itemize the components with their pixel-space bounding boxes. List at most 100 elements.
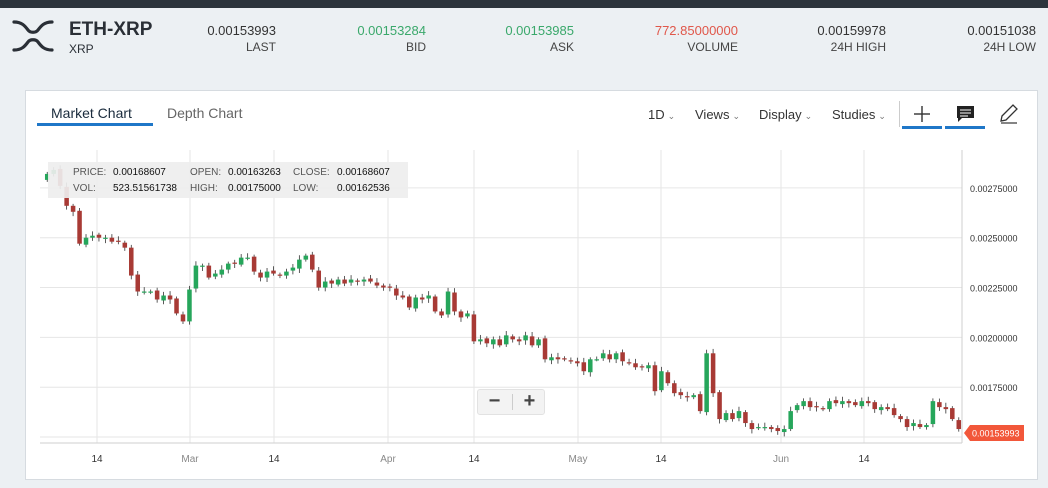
candle <box>859 397 865 409</box>
candle-body <box>562 358 567 360</box>
candle <box>310 251 315 273</box>
candle <box>368 274 373 284</box>
candle-body <box>452 292 457 312</box>
candle <box>665 370 671 386</box>
stat-ask-value: 0.00153985 <box>505 23 574 38</box>
candle <box>135 270 141 296</box>
candle <box>749 420 755 434</box>
stat-bid-value: 0.00153284 <box>357 23 426 38</box>
candle-body <box>310 254 315 270</box>
active-tab-underline <box>37 123 153 126</box>
draw-button[interactable] <box>988 101 1028 129</box>
candle <box>264 267 270 282</box>
candle <box>581 357 587 376</box>
candle-body <box>193 265 199 289</box>
candle-body <box>853 402 858 406</box>
candle-body <box>406 296 412 308</box>
y-tick-label: 0.00250000 <box>970 234 1018 244</box>
candle-body <box>355 280 360 282</box>
candle <box>103 234 108 244</box>
x-tick-label: 14 <box>91 454 103 465</box>
candle-body <box>484 338 490 344</box>
tab-depth-chart[interactable]: Depth Chart <box>167 105 242 121</box>
candle-body <box>271 270 276 274</box>
stat-24h-low-value: 0.00151038 <box>967 23 1036 38</box>
candle <box>549 353 554 365</box>
candle <box>542 335 548 363</box>
candle <box>730 409 735 422</box>
candle-body <box>549 357 554 361</box>
candle-body <box>83 237 89 245</box>
candle <box>575 357 580 367</box>
candlestick-chart-svg: 0.00275000 0.00250000 0.00225000 0.00200000… <box>40 150 1024 465</box>
candle-body <box>665 372 671 384</box>
views-menu[interactable]: Views ⌄ <box>695 107 740 122</box>
candle <box>193 261 199 293</box>
candle <box>678 388 684 399</box>
candle-body <box>529 336 535 346</box>
candle <box>704 349 709 416</box>
views-menu-label: Views <box>695 107 730 122</box>
candle <box>439 308 444 319</box>
ohlc-info-panel: PRICE: 0.00168607 OPEN: 0.00163263 CLOSE… <box>48 162 408 198</box>
candle <box>465 310 470 319</box>
stat-volume: 772.85000000 VOLUME <box>618 23 738 54</box>
candle <box>245 253 250 261</box>
candle <box>452 288 457 316</box>
candle <box>109 234 115 244</box>
chevron-down-icon: ⌄ <box>804 111 813 121</box>
candle <box>238 254 244 267</box>
candle-body <box>769 427 774 430</box>
candle-body <box>70 205 76 212</box>
high-label: HIGH: <box>190 183 218 194</box>
market-chart[interactable]: 0.00275000 0.00250000 0.00225000 0.00200000… <box>38 150 1024 470</box>
x-tick-label: 14 <box>655 454 667 465</box>
candle <box>562 356 567 362</box>
y-tick-label: 0.00275000 <box>970 184 1018 194</box>
candle-body <box>575 361 580 364</box>
candle <box>510 334 515 343</box>
candle-body <box>445 291 451 315</box>
stat-24h-low-label: 24H LOW <box>983 40 1036 54</box>
candle <box>691 393 696 400</box>
zoom-out-button[interactable]: − <box>478 390 511 414</box>
candle <box>329 278 334 288</box>
candle <box>316 267 322 291</box>
candle <box>762 422 768 431</box>
candle <box>723 410 729 423</box>
candle-body <box>471 314 477 342</box>
candle-body <box>775 428 781 432</box>
candle <box>633 358 638 370</box>
candle <box>426 291 431 303</box>
display-menu[interactable]: Display ⌄ <box>759 107 812 122</box>
y-tick-label: 0.00200000 <box>970 333 1018 343</box>
candle-body <box>284 271 289 276</box>
candle <box>736 406 742 422</box>
crosshair-button[interactable] <box>902 101 942 129</box>
zoom-in-button[interactable]: + <box>513 390 546 414</box>
stat-last-label: LAST <box>245 40 276 54</box>
candle-body <box>652 365 658 392</box>
candle <box>503 330 509 347</box>
candle-body <box>213 273 218 277</box>
candle-body <box>503 335 509 345</box>
pencil-icon <box>1000 104 1018 124</box>
candle-body <box>626 362 632 364</box>
candle <box>924 423 929 430</box>
tab-market-chart[interactable]: Market Chart <box>51 105 132 121</box>
candle <box>807 397 813 411</box>
candle <box>898 414 903 423</box>
interval-menu[interactable]: 1D ⌄ <box>648 107 675 122</box>
candle-body <box>878 407 884 411</box>
comment-button[interactable] <box>945 101 985 129</box>
candle <box>471 310 477 344</box>
candle-body <box>710 353 716 394</box>
candle-body <box>232 262 237 264</box>
candle-body <box>536 339 541 346</box>
candle-body <box>96 234 102 238</box>
stat-ask: 0.00153985 ASK <box>474 23 574 54</box>
candle <box>225 261 231 274</box>
candle <box>148 289 153 295</box>
candle <box>458 309 464 322</box>
studies-menu[interactable]: Studies ⌄ <box>832 107 886 122</box>
